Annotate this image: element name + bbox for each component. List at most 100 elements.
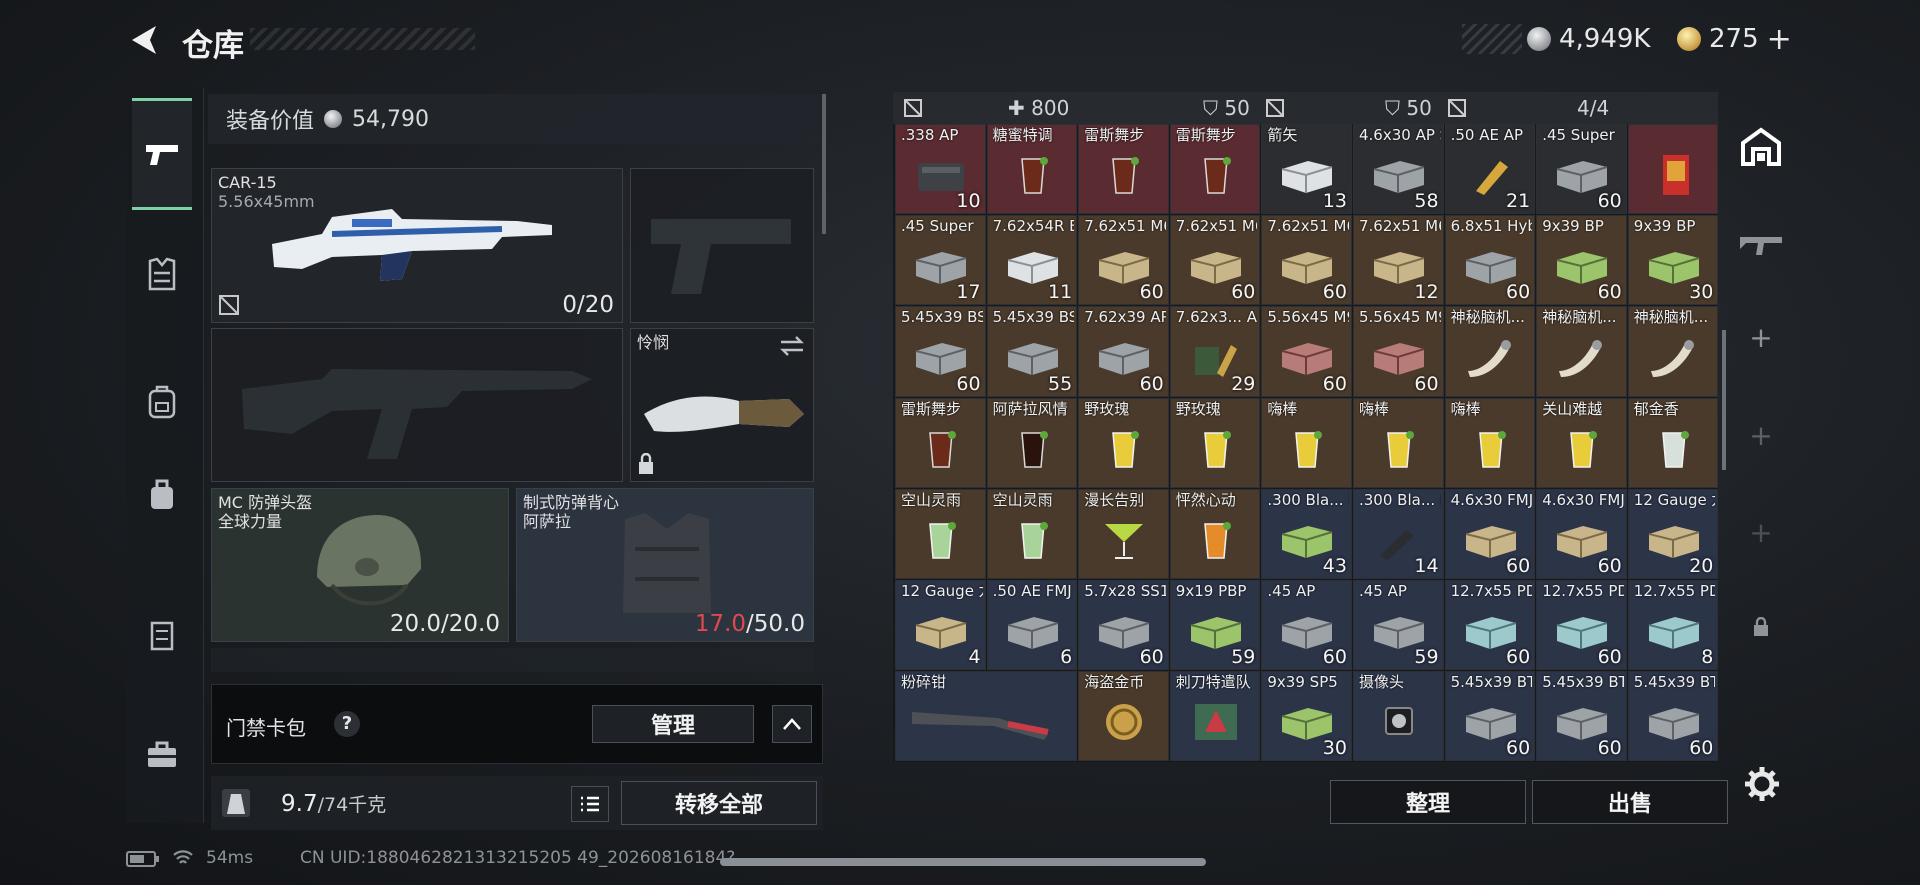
warehouse-tab[interactable] xyxy=(1736,122,1786,172)
inventory-item[interactable]: 7.62x51 M62 60 xyxy=(1078,215,1169,306)
inventory-item[interactable]: 6.8x51 Hybrid 60 xyxy=(1444,215,1536,306)
inventory-item[interactable]: 9x39 BP 60 xyxy=(1536,215,1627,306)
inventory-item[interactable]: 7.62x51 M62 60 xyxy=(1169,215,1261,306)
inventory-item[interactable]: .45 AP 60 xyxy=(1261,580,1352,671)
inventory-item[interactable]: 12.7x55 PD12双头 60 xyxy=(1444,580,1536,671)
rifle-tab[interactable] xyxy=(1736,217,1786,267)
inventory-item[interactable]: 郁金香 xyxy=(1627,397,1719,488)
inventory-item[interactable] xyxy=(1627,124,1719,215)
inventory-item[interactable]: 7.62x39 AP 60 xyxy=(1078,306,1169,397)
locked-container[interactable] xyxy=(1736,602,1786,652)
inventory-item[interactable]: 糖蜜特调 xyxy=(986,124,1078,215)
inventory-item[interactable]: .50 AE FMJ 6 xyxy=(986,580,1078,671)
swap-icon[interactable] xyxy=(779,335,805,357)
inventory-item[interactable]: 野玫瑰 xyxy=(1078,397,1169,488)
manage-button[interactable]: 管理 xyxy=(592,705,754,743)
inventory-item[interactable]: 雷斯舞步 xyxy=(1169,124,1261,215)
item-count: 11 xyxy=(1048,281,1073,304)
inventory-item[interactable]: 12.7x55 PD12双头 60 xyxy=(1536,580,1627,671)
inventory-item[interactable]: 7.62x3... AP SUB 29 xyxy=(1169,306,1261,397)
inventory-item[interactable]: 9x39 SP5 30 xyxy=(1261,671,1352,762)
help-icon[interactable]: ? xyxy=(334,711,360,737)
inventory-item[interactable]: 5.56x45 M995 60 xyxy=(1261,306,1352,397)
inventory-item[interactable]: 空山灵雨 xyxy=(895,488,986,579)
drink-yellow-icon xyxy=(1553,429,1611,469)
secondary-weapon-slot[interactable] xyxy=(211,328,623,482)
inventory-item[interactable]: 神秘脑机... xyxy=(1536,306,1627,397)
add-container-1[interactable]: + xyxy=(1736,312,1786,362)
inventory-item[interactable]: 12 Gauge 龙息弹 4 xyxy=(895,580,986,671)
inventory-item[interactable]: 5.45x39 BT 60 xyxy=(1444,671,1536,762)
weight-current: 9.7 xyxy=(281,791,318,817)
tab-toolbox[interactable] xyxy=(132,698,192,810)
primary-weapon-slot[interactable]: CAR-15 5.56x45mm 0/20 xyxy=(211,168,623,323)
equipment-scrollbar[interactable] xyxy=(822,94,826,234)
sort-button[interactable]: 整理 xyxy=(1330,780,1526,824)
inventory-item[interactable]: 12 Gauge 龙息弹 20 xyxy=(1627,488,1719,579)
inventory-item[interactable]: 5.56x45 M995 60 xyxy=(1353,306,1444,397)
item-count: 58 xyxy=(1414,190,1439,213)
transfer-all-button[interactable]: 转移全部 xyxy=(621,781,817,825)
inventory-item[interactable]: .45 AP 59 xyxy=(1353,580,1444,671)
back-icon[interactable] xyxy=(126,22,162,58)
add-gold-icon[interactable]: + xyxy=(1767,22,1792,57)
inventory-item[interactable]: .50 AE AP 21 xyxy=(1444,124,1536,215)
add-container-3[interactable]: + xyxy=(1736,507,1786,557)
helmet-slot[interactable]: MC 防弹头盔 全球力量 20.0/20.0 xyxy=(211,488,509,642)
inventory-item[interactable]: 雷斯舞步 xyxy=(1078,124,1169,215)
plus-icon: + xyxy=(1749,320,1773,354)
inventory-item[interactable]: 漫长告别 xyxy=(1078,488,1169,579)
inventory-item[interactable]: 神秘脑机... xyxy=(1444,306,1536,397)
inventory-item[interactable]: .300 Bla... BCP FMJ 43 xyxy=(1261,488,1352,579)
inventory-item[interactable]: 野玫瑰 xyxy=(1169,397,1261,488)
melee-slot[interactable]: 怜悯 xyxy=(630,328,814,482)
inventory-item[interactable]: 箭矢 13 xyxy=(1261,124,1352,215)
tab-weapons[interactable] xyxy=(132,98,192,210)
add-container-2[interactable]: + xyxy=(1736,410,1786,460)
inventory-item[interactable]: 5.45x39 BT 60 xyxy=(1536,671,1627,762)
inventory-item[interactable]: 怦然心动 xyxy=(1169,488,1261,579)
inventory-item[interactable]: 神秘脑机... xyxy=(1627,306,1719,397)
inventory-item[interactable]: 雷斯舞步 xyxy=(895,397,986,488)
sidearm-slot[interactable] xyxy=(630,168,814,323)
inventory-item[interactable]: 7.62x51 M62 60 xyxy=(1261,215,1352,306)
inventory-item[interactable]: 嗨棒 xyxy=(1261,397,1352,488)
tab-storage[interactable] xyxy=(132,578,192,690)
body-armor-slot[interactable]: 制式防弹背心 阿萨拉 17.0/50.0 xyxy=(516,488,814,642)
inventory-item[interactable]: 5.45x39 BT 60 xyxy=(1627,671,1719,762)
item-count: 12 xyxy=(1414,281,1439,304)
sell-button[interactable]: 出售 xyxy=(1532,780,1728,824)
inventory-item[interactable]: 海盗金币 xyxy=(1078,671,1169,762)
item-name: 12.7x55 PD12双头 xyxy=(1542,583,1624,600)
inventory-item[interactable]: 9x39 BP 30 xyxy=(1627,215,1719,306)
inventory-item[interactable]: .300 Bla... BCP SUB 14 xyxy=(1353,488,1444,579)
gear-icon[interactable] xyxy=(1744,766,1780,802)
inventory-item[interactable]: 刺刀特遣队 xyxy=(1169,671,1261,762)
item-name: 7.62x3... AP SUB xyxy=(1175,309,1258,327)
inventory-item[interactable]: 5.45x39 BS 55 xyxy=(986,306,1078,397)
inventory-item[interactable]: 7.62x51 M62 12 xyxy=(1353,215,1444,306)
inventory-item[interactable]: 关山难越 xyxy=(1536,397,1627,488)
inventory-item[interactable]: 12.7x55 PD12双头 8 xyxy=(1627,580,1719,671)
tab-chest-rig[interactable] xyxy=(132,218,192,330)
inventory-item[interactable]: 5.7x28 SS190 60 xyxy=(1078,580,1169,671)
gold-currency[interactable]: 275 + xyxy=(1677,22,1792,57)
inventory-item[interactable]: .45 Super 17 xyxy=(895,215,986,306)
inventory-item[interactable]: .45 Super 60 xyxy=(1536,124,1627,215)
inventory-item[interactable]: 5.45x39 BS 60 xyxy=(895,306,986,397)
inventory-item[interactable]: 阿萨拉风情 xyxy=(986,397,1078,488)
inventory-item[interactable]: .338 AP 10 xyxy=(895,124,986,215)
inventory-item[interactable]: 7.62x54R BT 11 xyxy=(986,215,1078,306)
inventory-item[interactable]: 4.6x30 FMJ SX 60 xyxy=(1444,488,1536,579)
inventory-item[interactable]: 4.6x30 AP SX 58 xyxy=(1353,124,1444,215)
inventory-item[interactable]: 粉碎钳 xyxy=(895,671,1078,762)
inventory-item[interactable]: 4.6x30 FMJ SX 60 xyxy=(1536,488,1627,579)
inventory-item[interactable]: 9x19 PBP 59 xyxy=(1169,580,1261,671)
inventory-item[interactable]: 嗨棒 xyxy=(1444,397,1536,488)
inventory-item[interactable]: 嗨棒 xyxy=(1353,397,1444,488)
inventory-item[interactable]: 空山灵雨 xyxy=(986,488,1078,579)
list-view-button[interactable] xyxy=(571,786,609,822)
tab-pouch[interactable] xyxy=(132,438,192,550)
collapse-button[interactable] xyxy=(772,705,812,743)
inventory-item[interactable]: 摄像头 xyxy=(1353,671,1444,762)
